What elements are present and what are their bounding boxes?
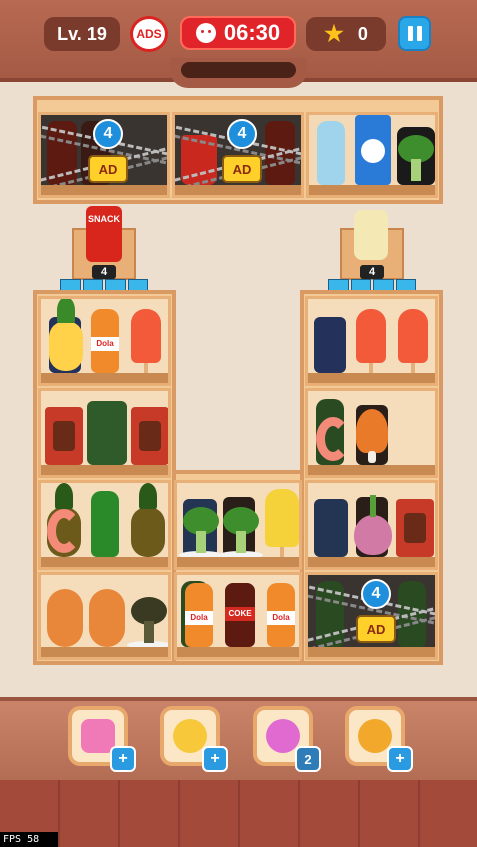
shelf-cell-top-right[interactable] xyxy=(306,112,438,198)
popsicle xyxy=(398,309,428,373)
lock-count-badge: 4 xyxy=(227,119,257,149)
lock-count-badge: 4 xyxy=(361,579,391,609)
pineapple xyxy=(131,483,165,557)
coke-bottle: COKE xyxy=(225,583,255,647)
shrimp xyxy=(47,509,81,553)
floor xyxy=(0,780,477,847)
soda-can xyxy=(314,499,348,557)
green-soda-bottle xyxy=(91,491,119,557)
shelf-cell-l3[interactable] xyxy=(38,480,171,570)
popsicle xyxy=(265,489,299,557)
fps-counter: FPS 58 xyxy=(0,832,58,847)
snack-label: SNACK xyxy=(87,214,120,224)
magnet-booster-button[interactable]: 2 xyxy=(253,706,321,772)
bread-loaf xyxy=(47,589,83,647)
plus-icon[interactable]: + xyxy=(387,746,413,772)
dola-label: Dola xyxy=(185,611,213,625)
toilet-roll-pack[interactable] xyxy=(354,210,388,260)
stack-count: 4 xyxy=(360,265,384,279)
pause-icon xyxy=(407,26,413,41)
chicken-leg xyxy=(356,409,388,463)
milk-carton xyxy=(355,115,391,185)
broccoli xyxy=(131,597,167,643)
skull-icon xyxy=(195,23,216,43)
chocolate-bar xyxy=(45,407,83,465)
ad-unlock-tag[interactable]: AD xyxy=(222,155,262,183)
dola-bottle: Dola xyxy=(91,309,119,373)
shelf-cell-locked-1[interactable]: 4 AD xyxy=(38,112,170,198)
shelf-cell-r3[interactable] xyxy=(305,480,438,570)
water-bottle xyxy=(317,121,345,185)
coke-label: COKE xyxy=(225,607,255,621)
shelf-cell-locked-3[interactable]: 4 AD xyxy=(305,572,438,660)
plus-icon[interactable]: + xyxy=(110,746,136,772)
shelf-cell-l4[interactable] xyxy=(38,572,171,660)
wand-booster-button[interactable]: + xyxy=(160,706,228,772)
dola-label: Dola xyxy=(91,337,119,351)
ad-unlock-tag[interactable]: AD xyxy=(88,155,128,183)
shelf-cell-r2[interactable] xyxy=(305,388,438,478)
chocolate-bar xyxy=(396,499,434,557)
soda-can xyxy=(314,317,346,373)
pineapple xyxy=(49,299,83,371)
broccoli xyxy=(398,135,434,181)
star-counter: ★ 0 xyxy=(306,17,386,51)
timer-value: 06:30 xyxy=(223,20,281,45)
ad-unlock-tag[interactable]: AD xyxy=(356,615,396,643)
broccoli xyxy=(183,507,219,553)
shrimp xyxy=(316,417,350,461)
dola-bottle: Dola xyxy=(267,583,295,647)
broccoli xyxy=(223,507,259,553)
hammer-booster-button[interactable]: + xyxy=(68,706,136,772)
popsicle xyxy=(131,309,161,373)
remove-ads-button[interactable]: ADS xyxy=(130,16,168,52)
progress-slot xyxy=(181,62,296,78)
lock-count-badge: 4 xyxy=(93,119,123,149)
chocolate-bar xyxy=(131,407,168,465)
timer: 06:30 xyxy=(180,16,296,50)
shelf-cell-l2[interactable] xyxy=(38,388,171,478)
shelf-cell-locked-2[interactable]: 4 AD xyxy=(172,112,304,198)
plus-icon[interactable]: + xyxy=(202,746,228,772)
booster-count-badge: 2 xyxy=(295,746,321,772)
star-icon: ★ xyxy=(324,21,344,46)
dola-label: Dola xyxy=(267,611,295,625)
popsicle xyxy=(356,309,386,373)
star-count: 0 xyxy=(357,23,368,44)
shelf-cell-r1[interactable] xyxy=(305,296,438,386)
level-label: Lv. 19 xyxy=(44,17,120,51)
bread-loaf xyxy=(89,589,125,647)
shelf-cell-m2[interactable]: Dola COKE Dola xyxy=(174,572,302,660)
shuffle-booster-button[interactable]: + xyxy=(345,706,413,772)
pause-button[interactable] xyxy=(398,16,431,51)
shelf-cell-l1[interactable]: Dola xyxy=(38,296,171,386)
green-package xyxy=(87,401,127,465)
shelf-cell-m1[interactable] xyxy=(174,480,302,570)
dola-bottle: Dola xyxy=(185,583,213,647)
stack-count: 4 xyxy=(92,265,116,279)
snack-bag[interactable]: SNACK xyxy=(86,206,122,262)
onion xyxy=(354,495,392,555)
